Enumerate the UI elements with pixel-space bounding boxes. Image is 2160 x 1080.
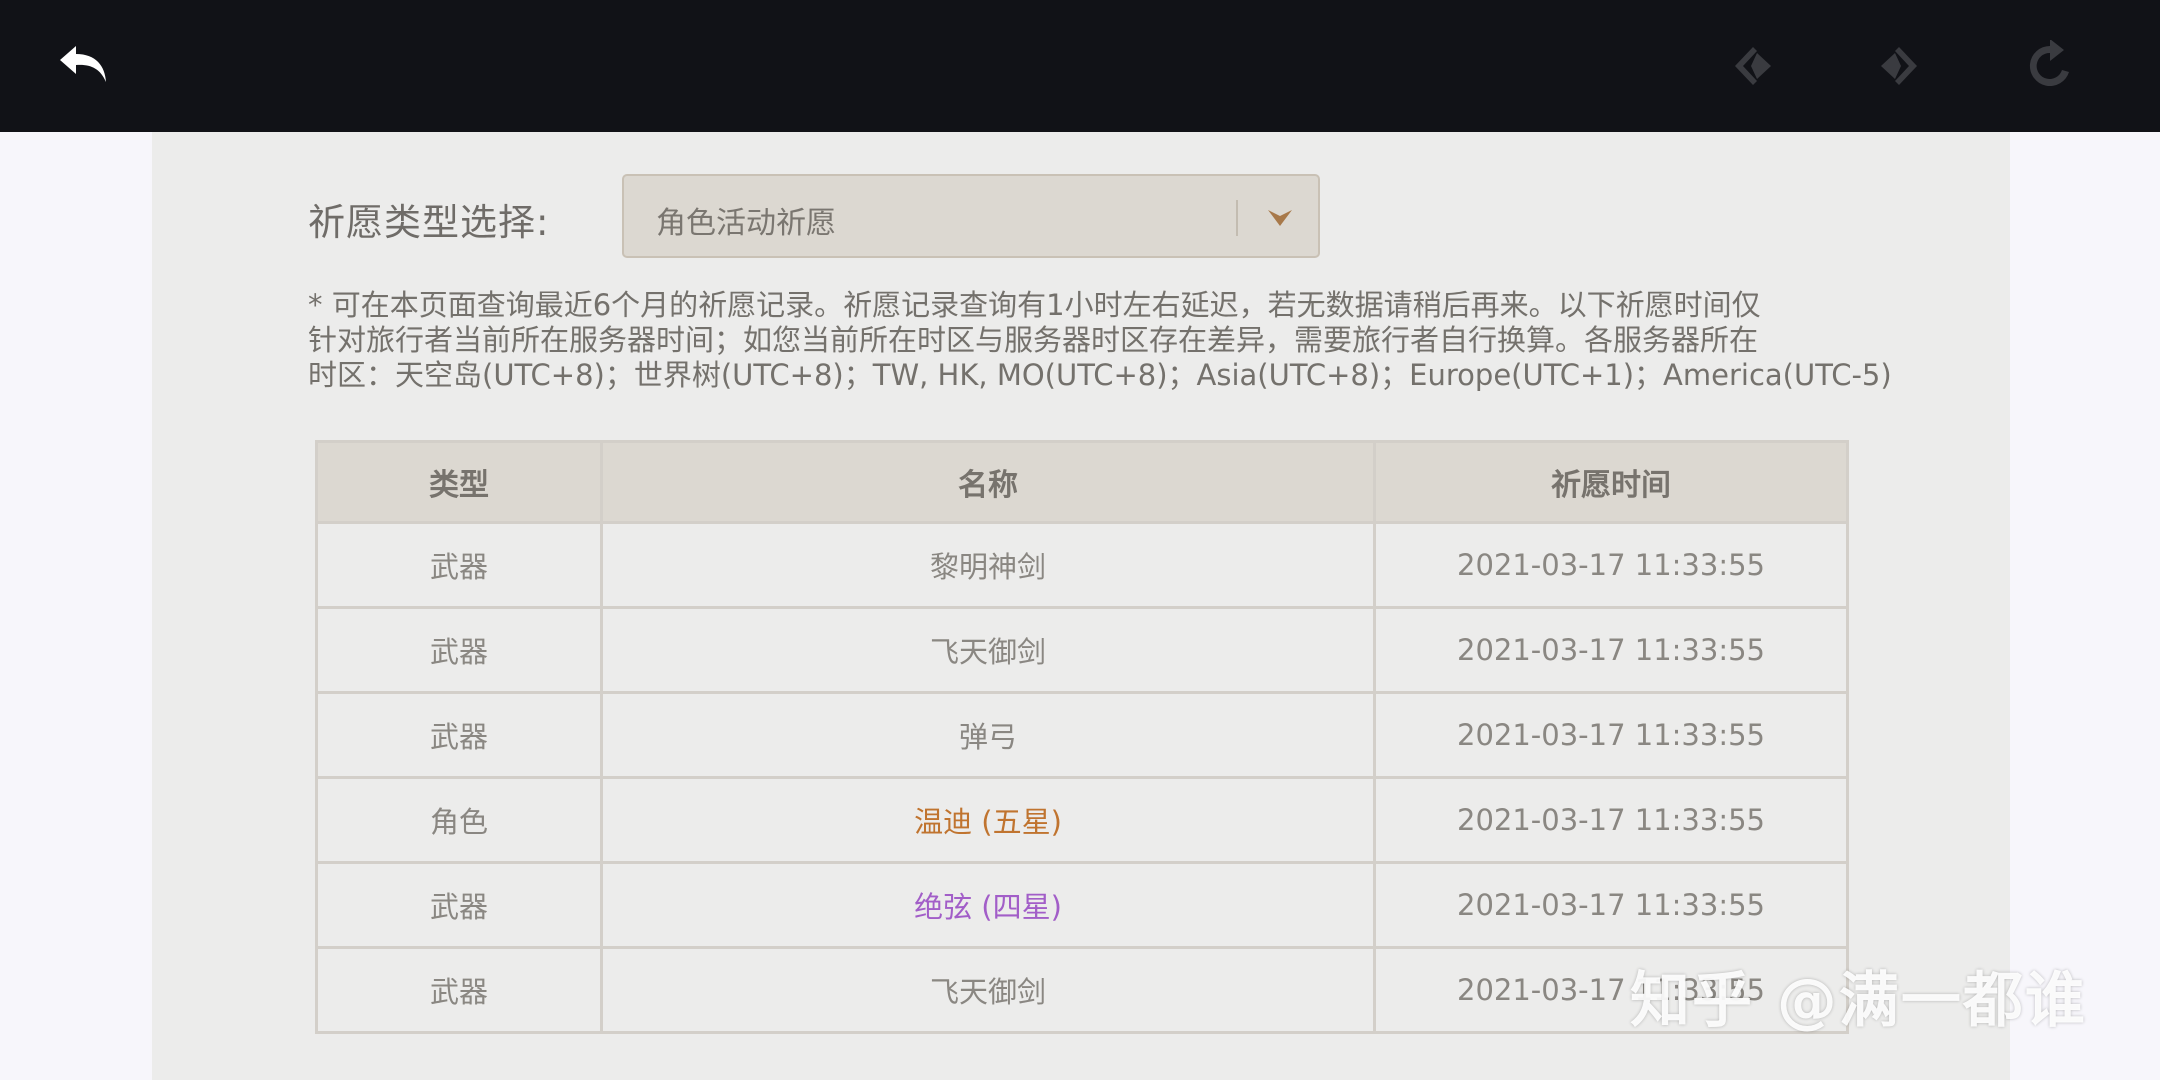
cell-type: 武器 bbox=[315, 691, 603, 779]
refresh-icon bbox=[2029, 40, 2069, 86]
refresh-button[interactable] bbox=[2010, 26, 2090, 106]
cell-name-five-star: 温迪 (五星) bbox=[600, 776, 1376, 864]
prev-page-icon bbox=[1735, 47, 1771, 85]
table-row: 武器 飞天御剑 2021-03-17 11:33:55 bbox=[315, 606, 1849, 694]
notice-line: * 可在本页面查询最近6个月的祈愿记录。祈愿记录查询有1小时左右延迟，若无数据请… bbox=[308, 288, 1761, 322]
cell-type: 武器 bbox=[315, 521, 603, 609]
wish-notice-text: * 可在本页面查询最近6个月的祈愿记录。祈愿记录查询有1小时左右延迟，若无数据请… bbox=[308, 288, 1892, 393]
header-time: 祈愿时间 bbox=[1373, 440, 1849, 524]
next-page-icon bbox=[1881, 47, 1917, 85]
next-page-button[interactable] bbox=[1860, 26, 1940, 106]
back-button[interactable] bbox=[44, 26, 124, 106]
wish-type-label: 祈愿类型选择: bbox=[308, 201, 550, 244]
cell-time: 2021-03-17 11:33:55 bbox=[1373, 861, 1849, 949]
cell-type: 角色 bbox=[315, 776, 603, 864]
back-arrow-icon bbox=[60, 46, 106, 82]
cell-time: 2021-03-17 11:33:55 bbox=[1373, 776, 1849, 864]
table-row: 角色 温迪 (五星) 2021-03-17 11:33:55 bbox=[315, 776, 1849, 864]
table-header-row: 类型 名称 祈愿时间 bbox=[315, 440, 1849, 524]
cell-name: 弹弓 bbox=[600, 691, 1376, 779]
cell-name: 飞天御剑 bbox=[600, 946, 1376, 1034]
cell-type: 武器 bbox=[315, 606, 603, 694]
cell-time: 2021-03-17 11:33:55 bbox=[1373, 691, 1849, 779]
cell-type: 武器 bbox=[315, 946, 603, 1034]
header-type: 类型 bbox=[315, 440, 603, 524]
cell-time: 2021-03-17 11:33:55 bbox=[1373, 521, 1849, 609]
prev-page-button[interactable] bbox=[1712, 26, 1792, 106]
wish-history-panel: 祈愿类型选择: 角色活动祈愿 * 可在本页面查询最近6个月的祈愿记录。祈愿记录查… bbox=[152, 132, 2010, 1080]
cell-type: 武器 bbox=[315, 861, 603, 949]
cell-name: 黎明神剑 bbox=[600, 521, 1376, 609]
table-row: 武器 黎明神剑 2021-03-17 11:33:55 bbox=[315, 521, 1849, 609]
header-name: 名称 bbox=[600, 440, 1376, 524]
cell-time: 2021-03-17 11:33:55 bbox=[1373, 606, 1849, 694]
cell-name-four-star: 绝弦 (四星) bbox=[600, 861, 1376, 949]
wish-type-select[interactable]: 角色活动祈愿 bbox=[622, 174, 1320, 258]
notice-line: 时区：天空岛(UTC+8)；世界树(UTC+8)；TW, HK, MO(UTC+… bbox=[308, 358, 1892, 392]
zhihu-watermark: 知乎 @满一都谁 bbox=[1630, 966, 2087, 1036]
chevron-down-icon bbox=[1268, 210, 1292, 226]
top-toolbar bbox=[0, 0, 2160, 132]
wish-history-table: 类型 名称 祈愿时间 武器 黎明神剑 2021-03-17 11:33:55 武… bbox=[315, 440, 1849, 1034]
table-row: 武器 绝弦 (四星) 2021-03-17 11:33:55 bbox=[315, 861, 1849, 949]
cell-name: 飞天御剑 bbox=[600, 606, 1376, 694]
wish-type-selected-value: 角色活动祈愿 bbox=[656, 206, 836, 241]
table-row: 武器 弹弓 2021-03-17 11:33:55 bbox=[315, 691, 1849, 779]
select-divider bbox=[1236, 200, 1238, 236]
notice-line: 针对旅行者当前所在服务器时间；如您当前所在时区与服务器时区存在差异，需要旅行者自… bbox=[308, 323, 1759, 357]
table-row: 武器 飞天御剑 2021-03-17 11:33:55 bbox=[315, 946, 1849, 1034]
